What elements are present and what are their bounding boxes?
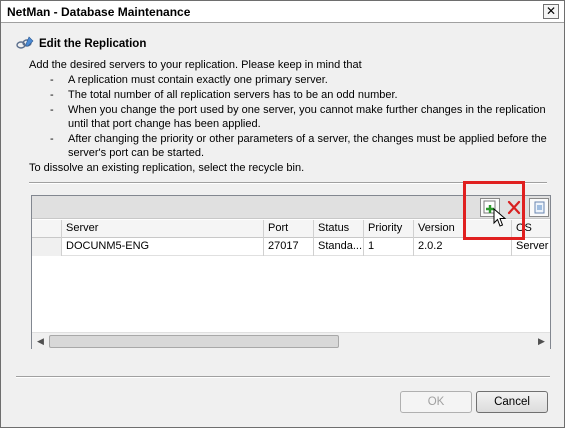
horizontal-scrollbar[interactable]: ◀ ▶ bbox=[32, 332, 550, 349]
scroll-right-icon[interactable]: ▶ bbox=[533, 333, 550, 350]
close-button[interactable]: ✕ bbox=[543, 4, 559, 19]
bullet-item: - After changing the priority or other pa… bbox=[50, 133, 547, 159]
cancel-button[interactable]: Cancel bbox=[476, 391, 548, 413]
bullet-item: - The total number of all replication ser… bbox=[50, 89, 398, 101]
section-title: Edit the Replication bbox=[39, 38, 147, 50]
row-header-corner bbox=[32, 220, 62, 238]
table-row[interactable]: DOCUNM5-ENG 27017 Standa... 1 2.0.2 Serv… bbox=[32, 238, 550, 256]
column-port[interactable]: Port bbox=[264, 220, 314, 238]
row-header[interactable] bbox=[32, 238, 62, 256]
bullet-item: - When you change the port used by one se… bbox=[50, 104, 546, 130]
footer-divider bbox=[16, 376, 550, 378]
cell-version[interactable]: 2.0.2 bbox=[414, 238, 512, 256]
description-intro: Add the desired servers to your replicat… bbox=[29, 59, 362, 71]
cell-os[interactable]: Server bbox=[512, 238, 550, 256]
copy-server-button[interactable] bbox=[529, 198, 549, 217]
cell-priority[interactable]: 1 bbox=[364, 238, 414, 256]
dissolve-hint: To dissolve an existing replication, sel… bbox=[29, 162, 305, 174]
column-server[interactable]: Server bbox=[62, 220, 264, 238]
scroll-left-icon[interactable]: ◀ bbox=[32, 333, 49, 350]
cell-status[interactable]: Standa... bbox=[314, 238, 364, 256]
copy-icon bbox=[534, 201, 545, 214]
column-priority[interactable]: Priority bbox=[364, 220, 414, 238]
column-status[interactable]: Status bbox=[314, 220, 364, 238]
cell-port[interactable]: 27017 bbox=[264, 238, 314, 256]
dialog-window: NetMan - Database Maintenance ✕ Edit the… bbox=[0, 0, 565, 428]
title-bar: NetMan - Database Maintenance ✕ bbox=[1, 1, 564, 23]
description-bullets: -A replication must contain exactly one … bbox=[50, 73, 555, 161]
ok-button[interactable]: OK bbox=[400, 391, 472, 413]
scroll-thumb[interactable] bbox=[49, 335, 339, 348]
cell-server[interactable]: DOCUNM5-ENG bbox=[62, 238, 264, 256]
bullet-item: -A replication must contain exactly one … bbox=[50, 74, 328, 86]
link-edit-icon bbox=[15, 36, 35, 55]
window-title: NetMan - Database Maintenance bbox=[7, 5, 191, 19]
mouse-cursor-icon bbox=[493, 207, 507, 231]
